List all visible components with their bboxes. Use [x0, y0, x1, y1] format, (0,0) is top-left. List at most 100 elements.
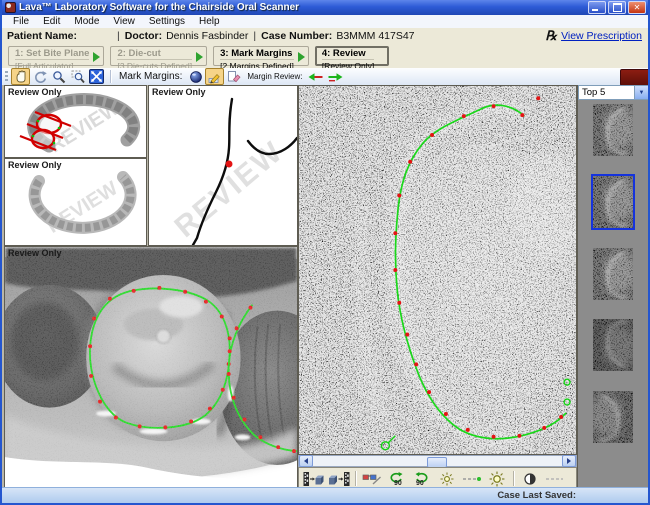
thumbnail-filter-dropdown[interactable]: Top 5 ▼ [578, 85, 649, 100]
margin-profile-view[interactable]: Review Only REVIEW [148, 85, 298, 246]
scan-thumbnail-4[interactable] [593, 319, 633, 371]
toolbar-separator [355, 471, 356, 486]
model-to-film-icon [328, 471, 350, 487]
thumbnail-filter-value: Top 5 [582, 87, 634, 98]
doctor-label: Doctor: [125, 30, 162, 42]
slider-dashes-icon [462, 474, 482, 484]
brightness-slider[interactable] [460, 469, 484, 489]
hand-icon [14, 70, 28, 84]
magnifier-icon [52, 70, 66, 84]
window-title: Lava™ Laboratory Software for the Chairs… [19, 2, 299, 13]
scan-thumbnail-3[interactable] [593, 248, 633, 300]
tab-mark-margins[interactable]: 3: Mark Margins [2 Margins Defined] [213, 46, 309, 66]
contrast-button[interactable] [518, 469, 542, 489]
step-arrow-icon [93, 52, 100, 62]
view-prescription-link[interactable]: View Prescription [561, 30, 642, 42]
film-to-model-button[interactable] [302, 469, 326, 489]
next-margin-button[interactable] [326, 68, 345, 85]
separator: | [253, 30, 256, 42]
workflow-steps: 1: Set Bite Plane [Full Articulator] 2: … [2, 44, 648, 68]
film-to-model-icon [303, 471, 325, 487]
scroll-left-icon[interactable] [299, 455, 313, 467]
fit-view-button[interactable] [87, 68, 106, 85]
menu-mode[interactable]: Mode [67, 16, 106, 27]
patient-name-label: Patient Name: [7, 30, 112, 42]
rx-icon: ℞ [545, 28, 557, 44]
doctor-value: Dennis Fasbinder [166, 30, 248, 42]
tab-die-cut[interactable]: 2: Die-cut [3 Die-cuts Defined] [110, 46, 207, 66]
pencil-icon [208, 70, 222, 84]
scan-detail-image [299, 86, 576, 454]
sphere-icon [189, 70, 203, 84]
pan-hand-button[interactable] [11, 68, 30, 85]
scan-horizontal-scrollbar[interactable] [298, 455, 577, 467]
review-only-label: Review Only [8, 160, 62, 170]
title-bar[interactable]: Lava™ Laboratory Software for the Chairs… [2, 0, 648, 15]
model-3d-view[interactable]: Review Only [4, 246, 298, 490]
tab-set-bite-plane[interactable]: 1: Set Bite Plane [Full Articulator] [8, 46, 104, 66]
menu-edit[interactable]: Edit [36, 16, 67, 27]
menu-file[interactable]: File [6, 16, 36, 27]
erase-margin-button[interactable] [224, 68, 243, 85]
scan-detail-view[interactable] [298, 85, 577, 455]
brightness-icon [440, 472, 454, 486]
lower-arch-model-image: REVIEW [5, 159, 146, 245]
brightness-icon [489, 471, 505, 487]
red-indicator-block [620, 69, 650, 86]
eraser-icon [227, 70, 241, 84]
zoom-region-button[interactable] [68, 68, 87, 85]
model-to-film-button[interactable] [327, 469, 351, 489]
maximize-icon[interactable] [608, 1, 626, 14]
app-icon [5, 2, 16, 13]
upper-arch-view[interactable]: Review Only REVIEW [4, 85, 147, 158]
view-toolbar: Mark Margins: Margin Review: [2, 68, 648, 86]
rotate-icon [33, 70, 47, 84]
step-arrow-icon [196, 52, 203, 62]
workspace: Review Only REVIEW Review Only REVIEW [2, 85, 648, 490]
toolbar-separator [513, 471, 514, 486]
scan-thumbnail-2-selected[interactable] [593, 176, 633, 228]
previous-margin-button[interactable] [307, 68, 326, 85]
tab-review[interactable]: 4: Review [Review Only] [315, 46, 389, 66]
review-only-label: Review Only [8, 248, 62, 258]
scan-thumbnail-5[interactable] [593, 391, 633, 443]
chevron-down-icon[interactable]: ▼ [634, 86, 648, 99]
review-only-label: Review Only [8, 87, 62, 97]
patient-info-bar: Patient Name: | Doctor: Dennis Fasbinder… [2, 28, 648, 45]
application-window: Lava™ Laboratory Software for the Chairs… [0, 0, 650, 505]
rotate90-label: 90 [416, 480, 424, 487]
mark-margins-label: Mark Margins: [119, 71, 182, 82]
zoom-button[interactable] [49, 68, 68, 85]
menu-view[interactable]: View [106, 16, 142, 27]
rotate-90-selected-icon: 90 [413, 471, 431, 487]
brightness-high-button[interactable] [485, 469, 509, 489]
status-bar: Case Last Saved: [2, 487, 648, 503]
lower-arch-view[interactable]: Review Only REVIEW [4, 158, 147, 246]
rotate-90-ccw-button[interactable]: 90 [385, 469, 409, 489]
rotate-90-icon: 90 [388, 471, 406, 487]
slider-dashes-icon [545, 474, 565, 484]
toolbar-grip[interactable] [5, 71, 8, 83]
margin-sphere-button[interactable] [186, 68, 205, 85]
contrast-slider[interactable] [543, 469, 567, 489]
draw-margin-button[interactable] [205, 68, 224, 85]
rotate90-label: 90 [394, 480, 402, 487]
case-last-saved-label: Case Last Saved: [497, 490, 576, 501]
rotate-view-button[interactable] [30, 68, 49, 85]
contrast-icon [523, 472, 537, 486]
rotate-90-cw-button[interactable]: 90 [410, 469, 434, 489]
scan-thumbnail-1[interactable] [593, 104, 633, 156]
scan-thumbnail-sidebar: Top 5 ▼ [577, 85, 649, 490]
case-number-label: Case Number: [261, 30, 332, 42]
menu-settings[interactable]: Settings [142, 16, 192, 27]
step-arrow-icon [298, 52, 305, 62]
minimize-icon[interactable] [588, 1, 606, 14]
model-3d-image [5, 247, 297, 489]
close-icon[interactable]: ✕ [628, 1, 646, 14]
review-only-label: Review Only [152, 87, 206, 97]
stereo-view-button[interactable] [360, 469, 384, 489]
scroll-right-icon[interactable] [562, 455, 576, 467]
margin-review-label: Margin Review: [247, 72, 302, 81]
brightness-low-button[interactable] [435, 469, 459, 489]
menu-help[interactable]: Help [192, 16, 227, 27]
